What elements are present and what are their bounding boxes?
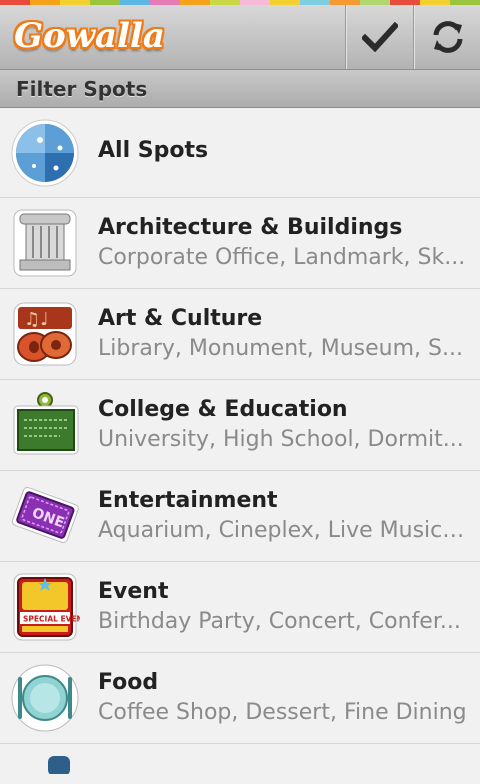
category-subtitle: Corporate Office, Landmark, Sk... — [98, 245, 466, 270]
refresh-icon — [433, 21, 462, 53]
svg-text:♫♩: ♫♩ — [24, 309, 49, 330]
gowalla-logo: Gowalla — [14, 16, 165, 56]
category-row-food[interactable]: Food Coffee Shop, Dessert, Fine Dining — [0, 653, 480, 744]
next-category-icon — [48, 756, 70, 774]
apply-filter-button[interactable] — [345, 5, 413, 69]
column-icon — [13, 209, 77, 277]
category-title: All Spots — [98, 138, 209, 163]
category-row-all-spots[interactable]: All Spots — [0, 108, 480, 198]
category-title: Entertainment — [98, 488, 278, 513]
section-title: Filter Spots — [16, 77, 148, 101]
category-title: Art & Culture — [98, 306, 263, 331]
category-title: Event — [98, 579, 169, 604]
category-row-college-education[interactable]: College & Education University, High Sch… — [0, 380, 480, 471]
art-culture-icon: ♫♩ — [13, 302, 77, 366]
refresh-button[interactable] — [413, 5, 480, 69]
check-icon — [361, 22, 398, 52]
category-title: Architecture & Buildings — [98, 215, 403, 240]
filter-spots-header: Filter Spots — [0, 70, 480, 108]
category-subtitle: University, High School, Dormit... — [98, 427, 464, 452]
category-list: All Spots Architecture & Buildings Corpo… — [0, 108, 480, 784]
category-subtitle: Birthday Party, Concert, Confer... — [98, 609, 461, 634]
plate-icon — [11, 664, 79, 732]
category-subtitle: Library, Monument, Museum, S... — [98, 336, 463, 361]
category-subtitle: Coffee Shop, Dessert, Fine Dining — [98, 700, 467, 725]
category-row-partial[interactable] — [0, 744, 480, 784]
category-subtitle: Aquarium, Cineplex, Live Music, ... — [98, 518, 468, 543]
globe-icon — [11, 119, 79, 187]
category-row-art-culture[interactable]: ♫♩ Art & Culture Library, Monument, Muse… — [0, 289, 480, 380]
category-title: College & Education — [98, 397, 348, 422]
category-row-event[interactable]: SPECIAL EVENT Event Birthday Party, Conc… — [0, 562, 480, 653]
chalkboard-icon — [13, 392, 79, 455]
action-bar: Gowalla — [0, 5, 480, 70]
event-banner-text: SPECIAL EVENT — [23, 615, 80, 624]
category-title: Food — [98, 670, 159, 695]
category-row-entertainment[interactable]: ONE Entertainment Aquarium, Cineplex, Li… — [0, 471, 480, 562]
category-row-architecture[interactable]: Architecture & Buildings Corporate Offic… — [0, 198, 480, 289]
special-event-icon: SPECIAL EVENT — [13, 573, 80, 641]
ticket-icon: ONE — [11, 486, 79, 544]
